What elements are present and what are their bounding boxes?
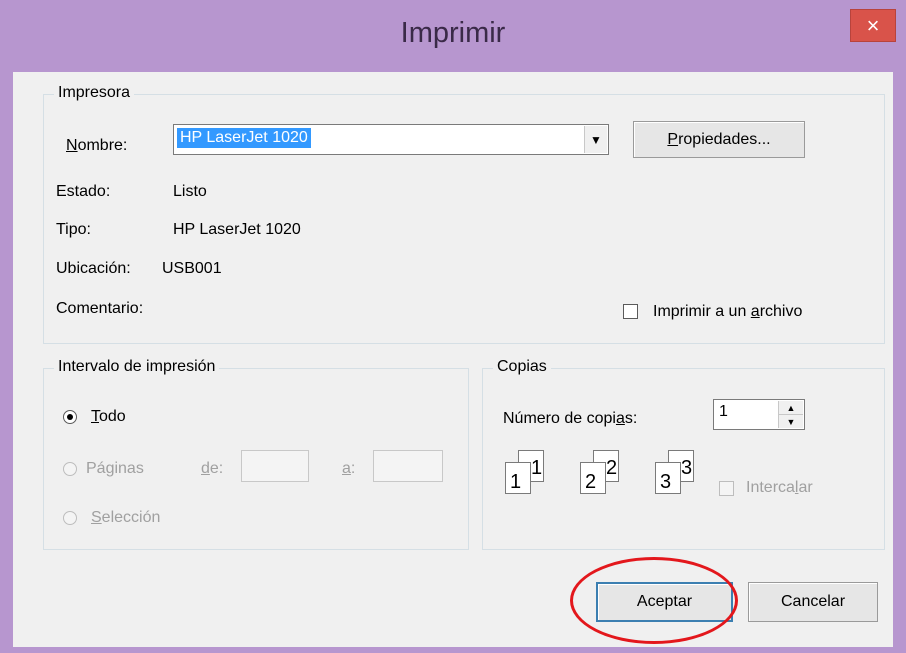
location-label: Ubicación: [56, 260, 131, 277]
title-bar[interactable]: Imprimir × [0, 0, 906, 72]
spin-down-icon[interactable]: ▼ [779, 415, 803, 428]
radio-selected-dot [67, 414, 73, 420]
range-all-radio[interactable] [63, 410, 77, 424]
close-icon: × [866, 13, 880, 38]
range-pages-label[interactable]: Páginas [86, 460, 144, 478]
printer-select[interactable]: HP LaserJet 1020 ▼ [173, 124, 609, 155]
copies-group-label: Copias [493, 358, 551, 376]
page-number: 3 [681, 457, 693, 479]
range-from-input[interactable] [241, 450, 309, 482]
properties-button[interactable]: Propiedades... [633, 121, 805, 158]
ok-button[interactable]: Aceptar [596, 582, 733, 622]
status-value: Listo [173, 183, 207, 200]
range-all-label[interactable]: Todo [91, 408, 126, 426]
window-title: Imprimir [400, 17, 506, 49]
range-pages-radio[interactable] [63, 462, 77, 476]
dialog-window: Imprimir × Impresora Nombre: HP LaserJet… [0, 0, 906, 653]
print-range-group-label: Intervalo de impresión [54, 358, 220, 376]
range-to-label: a: [342, 460, 356, 477]
copies-count-stepper[interactable]: 1 ▲ ▼ [713, 399, 805, 430]
printer-name-label: Nombre: [66, 137, 128, 154]
print-to-file-label[interactable]: Imprimir a un archivo [653, 303, 802, 321]
type-value: HP LaserJet 1020 [173, 221, 301, 238]
copies-spin-buttons[interactable]: ▲ ▼ [778, 401, 803, 428]
dialog-body: Impresora Nombre: HP LaserJet 1020 ▼ Pro… [13, 72, 893, 647]
type-label: Tipo: [56, 221, 91, 238]
page-number: 1 [531, 457, 543, 479]
cancel-button[interactable]: Cancelar [748, 582, 878, 622]
printer-group-label: Impresora [54, 84, 135, 102]
page-number: 1 [510, 471, 522, 493]
copies-count-label: Número de copias: [503, 410, 638, 427]
close-button[interactable]: × [850, 9, 896, 42]
collate-checkbox[interactable] [719, 481, 734, 496]
chevron-down-icon[interactable]: ▼ [584, 126, 607, 153]
status-label: Estado: [56, 183, 111, 200]
page-number: 3 [660, 471, 672, 493]
spin-up-icon[interactable]: ▲ [779, 401, 803, 415]
page-number: 2 [585, 471, 597, 493]
range-selection-label[interactable]: Selección [91, 509, 160, 527]
location-value: USB001 [162, 260, 222, 277]
range-to-input[interactable] [373, 450, 443, 482]
range-selection-radio[interactable] [63, 511, 77, 525]
copies-count-value: 1 [719, 403, 728, 420]
range-from-label: de: [201, 460, 224, 477]
page-number: 2 [606, 457, 618, 479]
printer-select-value: HP LaserJet 1020 [177, 128, 311, 148]
print-to-file-checkbox[interactable] [623, 304, 638, 319]
collate-label[interactable]: Intercalar [746, 479, 813, 497]
comment-label: Comentario: [56, 300, 144, 317]
